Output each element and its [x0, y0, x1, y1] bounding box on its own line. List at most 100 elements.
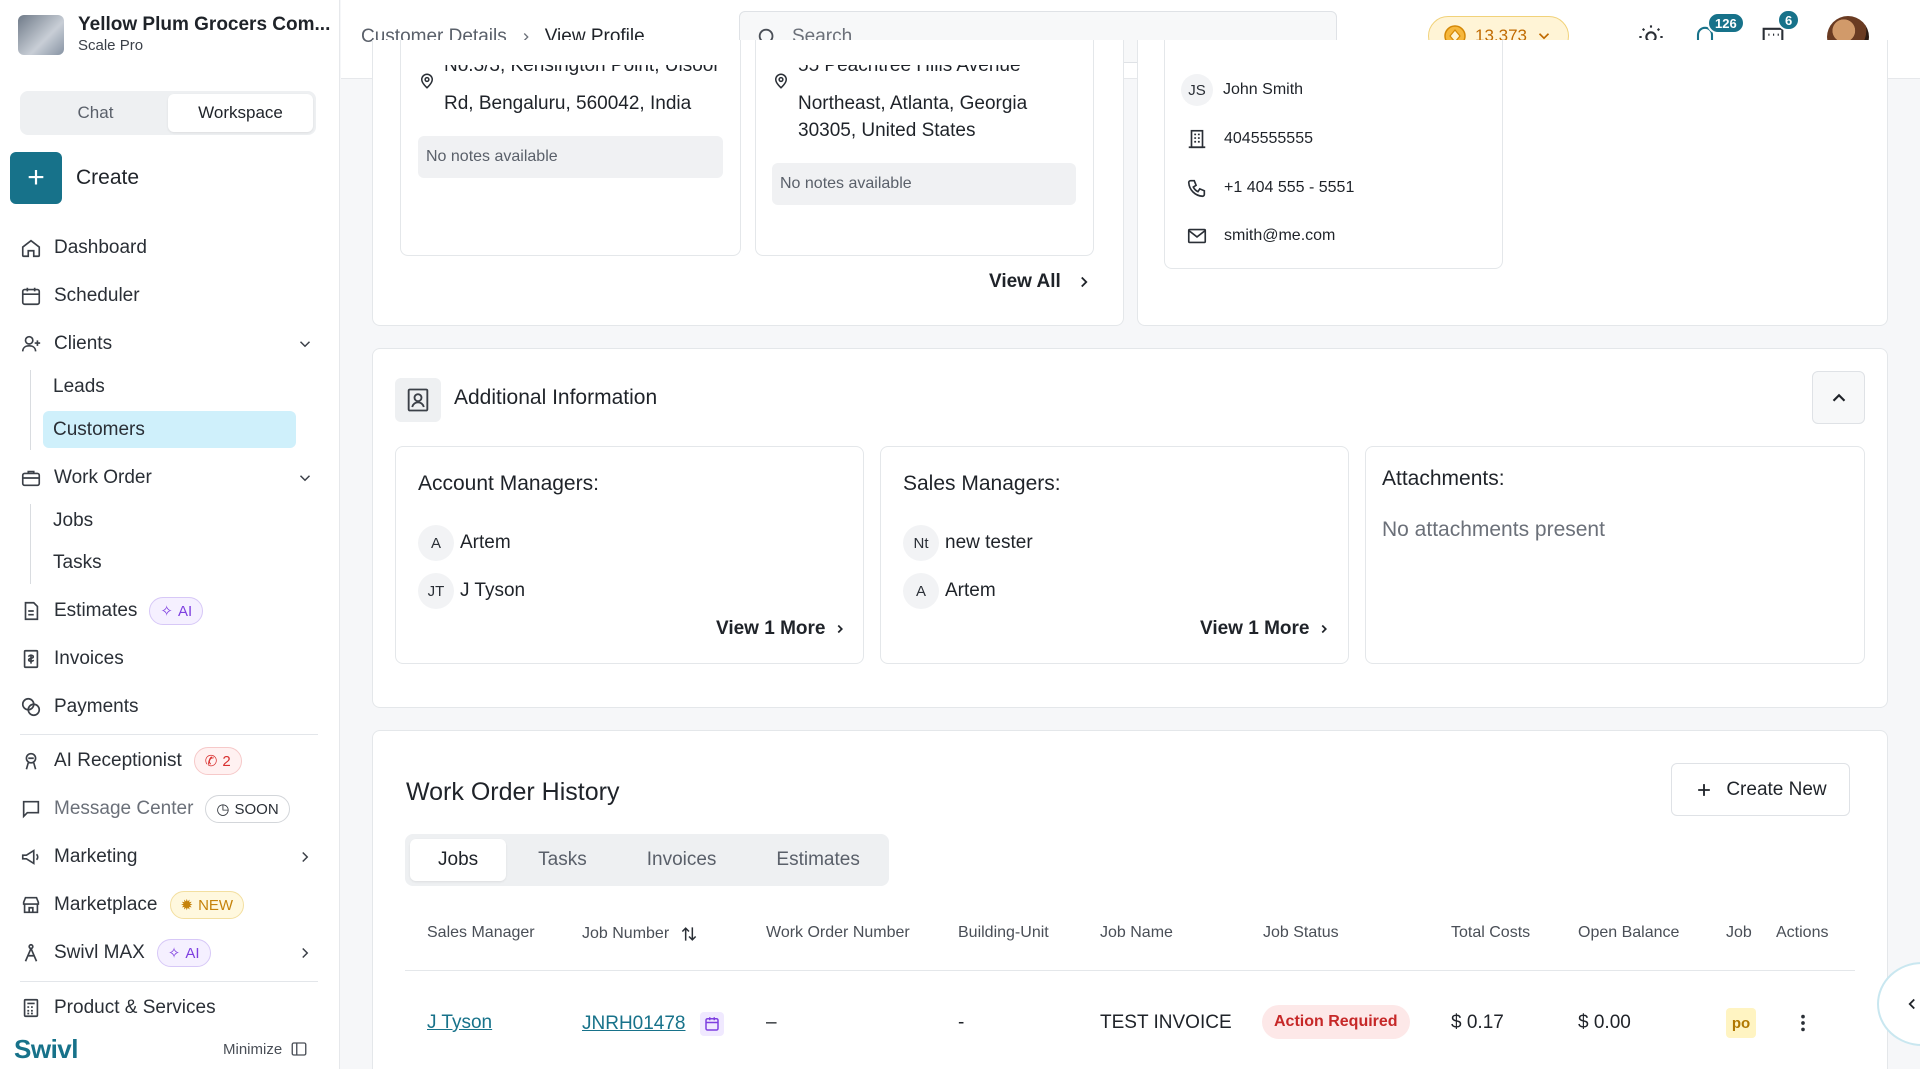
nav-marketing[interactable]: Marketing: [20, 840, 137, 874]
org-plan: Scale Pro: [78, 37, 144, 54]
view-all-label: View All: [989, 271, 1061, 292]
submenu-line: [30, 504, 31, 584]
chevron-right-icon[interactable]: [296, 848, 314, 866]
chevron-left-icon: [1908, 998, 1915, 1010]
minimize-button[interactable]: Minimize: [223, 1040, 308, 1058]
nav-ai-receptionist[interactable]: AI Receptionist ✆ 2: [20, 744, 242, 778]
soon-badge: ◷ SOON: [205, 795, 290, 823]
phone-icon: [1187, 179, 1206, 198]
tab-invoices[interactable]: Invoices: [619, 839, 745, 881]
chevron-down-icon[interactable]: [296, 469, 314, 487]
nav-jobs[interactable]: Jobs: [53, 504, 93, 538]
table-header-divider: [405, 970, 1855, 971]
person-name: Artem: [945, 580, 996, 601]
nav-dashboard[interactable]: Dashboard: [20, 231, 147, 265]
sales-manager-item: A Artem: [903, 573, 996, 609]
nav-customers[interactable]: Customers: [53, 413, 145, 447]
sidebar-divider: [20, 734, 318, 735]
new-badge: ✹ NEW: [169, 891, 245, 919]
row-job-number-link[interactable]: JNRH01478: [582, 1013, 686, 1035]
create-button[interactable]: + Create: [10, 152, 139, 204]
row-building-unit: -: [958, 1012, 965, 1033]
nav-marketplace[interactable]: Marketplace ✹ NEW: [20, 888, 245, 922]
building-icon: [1188, 129, 1206, 149]
notifications-badge: 126: [1707, 12, 1745, 34]
create-new-button[interactable]: Create New: [1671, 763, 1850, 816]
collapse-button[interactable]: [1812, 371, 1865, 424]
sparkle-icon: ✹: [180, 897, 194, 914]
row-work-order-number: –: [766, 1012, 777, 1033]
nav-work-order[interactable]: Work Order: [20, 461, 152, 495]
person-initials: JT: [418, 573, 454, 609]
nav-tasks[interactable]: Tasks: [53, 546, 102, 580]
column-header-work-order-number: Work Order Number: [766, 924, 910, 941]
column-header-job-name: Job Name: [1100, 924, 1173, 941]
tab-tasks[interactable]: Tasks: [510, 839, 615, 881]
calls-badge-count: 2: [222, 752, 231, 770]
chevron-down-icon[interactable]: [296, 335, 314, 353]
user-plus-icon: [21, 335, 41, 352]
calendar-icon: [21, 287, 41, 306]
ai-badge: ✧ AI: [149, 597, 204, 625]
create-label: Create: [76, 166, 140, 189]
person-initials: A: [903, 573, 939, 609]
compass-icon: [24, 943, 38, 962]
column-header-job-number[interactable]: Job Number: [582, 924, 699, 944]
nav-swivl-max[interactable]: Swivl MAX ✧ AI: [20, 936, 211, 970]
row-sales-manager-link[interactable]: J Tyson: [427, 1012, 492, 1034]
nav-leads[interactable]: Leads: [53, 370, 105, 404]
view-all-link[interactable]: View All: [989, 271, 1093, 293]
calculator-icon: [23, 998, 39, 1018]
mode-workspace[interactable]: Workspace: [168, 94, 313, 132]
receptionist-icon: [25, 752, 37, 770]
nav-leads-label: Leads: [53, 376, 105, 397]
clock-icon: ◷: [216, 801, 230, 818]
address-line-1: No.3/3, Kensington Point, Ulsoor: [444, 65, 734, 79]
view-more-label: View 1 More: [716, 618, 826, 639]
nav-message-center[interactable]: Message Center ◷ SOON: [20, 792, 290, 826]
nav-payments[interactable]: Payments: [20, 690, 138, 724]
megaphone-icon: [21, 849, 39, 865]
org-switcher[interactable]: Yellow Plum Grocers Com... Scale Pro: [18, 14, 330, 56]
column-header-actions: Actions: [1776, 924, 1829, 941]
section-icon: [395, 378, 441, 422]
contact-email-row: smith@me.com: [1186, 225, 1335, 247]
sparkle-icon: ✧: [160, 603, 173, 620]
nav-product-services[interactable]: Product & Services: [20, 991, 216, 1025]
mode-chat[interactable]: Chat: [23, 94, 168, 132]
tab-estimates[interactable]: Estimates: [748, 839, 887, 881]
attachments-empty: No attachments present: [1382, 518, 1605, 541]
job-type-badge: po: [1726, 1008, 1756, 1038]
nav-ai-receptionist-label: AI Receptionist: [54, 750, 182, 771]
contact-mobile-row: +1 404 555 - 5551: [1186, 177, 1354, 199]
location-pin-icon: [420, 73, 434, 89]
view-more-account-managers[interactable]: View 1 More: [716, 618, 847, 640]
address-line-2: Northeast, Atlanta, Georgia 30305, Unite…: [798, 93, 1028, 141]
address-notes: No notes available: [418, 136, 723, 178]
chevron-right-icon[interactable]: [296, 944, 314, 962]
account-manager-item: JT J Tyson: [418, 573, 525, 609]
tab-jobs[interactable]: Jobs: [410, 839, 507, 881]
nav-clients[interactable]: Clients: [20, 327, 112, 361]
view-more-sales-managers[interactable]: View 1 More: [1200, 618, 1331, 640]
address-line-1-text: No.3/3, Kensington Point, Ulsoor: [444, 65, 720, 76]
more-options-icon[interactable]: [1792, 1010, 1814, 1036]
work-order-history-title: Work Order History: [406, 778, 620, 806]
address-line-2: Rd, Bengaluru, 560042, India: [444, 93, 692, 114]
address-notes: No notes available: [772, 163, 1076, 205]
nav-product-services-label: Product & Services: [54, 997, 216, 1018]
nav-estimates[interactable]: Estimates ✧ AI: [20, 594, 204, 628]
store-icon: [22, 896, 40, 914]
nav-scheduler[interactable]: Scheduler: [20, 279, 140, 313]
nav-scheduler-label: Scheduler: [54, 285, 140, 306]
submenu-line: [30, 370, 31, 450]
column-header-job: Job: [1726, 924, 1752, 941]
sort-icon[interactable]: [679, 924, 699, 944]
account-managers-title: Account Managers:: [418, 472, 599, 495]
nav-invoices[interactable]: Invoices: [20, 642, 124, 676]
calendar-icon: [704, 1017, 719, 1031]
address-line-1: 55 Peachtree Hills Avenue: [798, 65, 1078, 79]
schedule-button[interactable]: [699, 1012, 724, 1036]
column-header-total-costs: Total Costs: [1451, 924, 1531, 941]
chevron-right-icon: [1322, 624, 1328, 634]
